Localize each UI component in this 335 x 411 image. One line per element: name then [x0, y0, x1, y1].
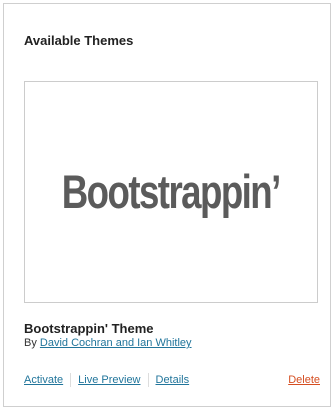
- details-link[interactable]: Details: [156, 374, 190, 386]
- available-themes-panel: Available Themes Bootstrappin’ Bootstrap…: [3, 3, 331, 407]
- theme-screenshot[interactable]: Bootstrappin’: [24, 81, 318, 303]
- theme-name: Bootstrappin' Theme: [24, 321, 154, 336]
- delete-link[interactable]: Delete: [288, 373, 320, 387]
- theme-author-link[interactable]: David Cochran and Ian Whitley: [40, 337, 192, 349]
- live-preview-link[interactable]: Live Preview: [78, 374, 140, 386]
- by-label: By: [24, 337, 37, 349]
- action-separator: [70, 373, 72, 387]
- theme-actions: Activate Live Preview Details Delete: [24, 373, 320, 387]
- activate-link[interactable]: Activate: [24, 374, 63, 386]
- theme-author-line: By David Cochran and Ian Whitley: [24, 337, 192, 350]
- action-separator: [147, 373, 149, 387]
- panel-title: Available Themes: [24, 33, 134, 48]
- theme-screenshot-logo-text: Bootstrappin’: [61, 164, 282, 218]
